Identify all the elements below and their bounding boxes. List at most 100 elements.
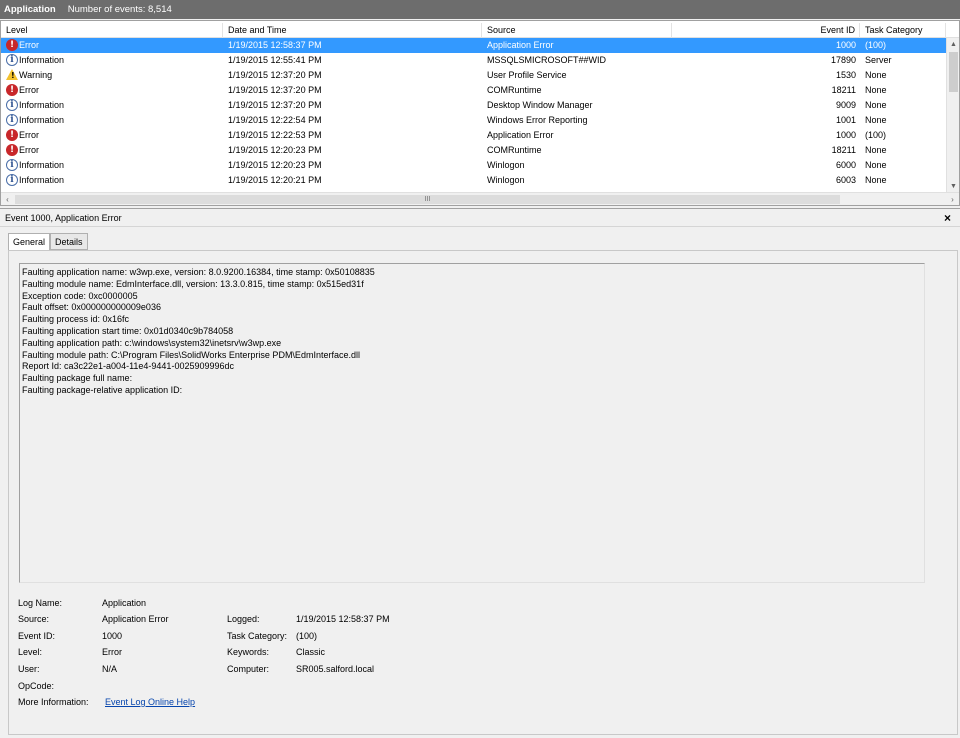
grid-body: ! Error 1/19/2015 12:58:37 PM Application E… [1, 38, 946, 193]
scroll-up-icon[interactable]: ▲ [947, 38, 959, 51]
table-row[interactable]: ! Warning 1/19/2015 12:37:20 PM User Profil… [1, 68, 946, 83]
tab-details[interactable]: Details [50, 233, 88, 250]
event-id-cell: 17890 [830, 55, 856, 65]
task-category-cell: None [865, 70, 887, 80]
column-header-event-id[interactable]: Event ID [672, 23, 860, 38]
log-name-value: Application [102, 598, 147, 608]
error-icon: ! [6, 84, 18, 96]
opcode-label: OpCode: [18, 681, 55, 691]
event-count: Number of events: 8,514 [67, 4, 172, 15]
table-row[interactable]: ! Error 1/19/2015 12:22:53 PM Application E… [1, 128, 946, 143]
date-cell: 1/19/2015 12:58:37 PM [228, 40, 322, 50]
date-cell: 1/19/2015 12:22:54 PM [228, 115, 322, 125]
source-cell: Desktop Window Manager [487, 100, 593, 110]
info-icon: i [6, 174, 18, 186]
event-id-cell: 18211 [831, 85, 856, 95]
date-cell: 1/19/2015 12:20:23 PM [228, 160, 322, 170]
events-grid[interactable]: Level Date and Time Source Event ID Task… [0, 20, 960, 206]
event-log-help-link[interactable]: Event Log Online Help [105, 696, 195, 708]
scroll-left-icon[interactable]: ‹ [1, 193, 14, 205]
source-cell: Application Error [487, 130, 554, 140]
horizontal-scrollbar[interactable]: ‹ III › [1, 192, 959, 205]
error-icon: ! [6, 39, 18, 51]
detail-header: Event 1000, Application Error × [0, 208, 960, 227]
computer-value: SR005.salford.local [296, 664, 375, 674]
log-name: Application [4, 4, 56, 15]
keywords-value: Classic [296, 647, 326, 657]
table-row[interactable]: ! Error 1/19/2015 12:37:20 PM COMRuntime 182… [1, 83, 946, 98]
task-category-cell: Server [865, 55, 892, 65]
source-label: Source: [18, 614, 50, 624]
user-label: User: [18, 664, 40, 674]
column-header-source[interactable]: Source [482, 23, 672, 38]
table-row[interactable]: ! Error 1/19/2015 12:58:37 PM Application E… [1, 38, 946, 53]
column-header-task-category[interactable]: Task Category [860, 23, 946, 38]
event-id-value: 1000 [102, 631, 123, 641]
event-id-cell: 1530 [835, 70, 856, 80]
level-cell: Warning [19, 70, 53, 80]
log-name-label: Log Name: [18, 598, 63, 608]
date-cell: 1/19/2015 12:55:41 PM [228, 55, 322, 65]
event-id-cell: 1000 [835, 130, 856, 140]
table-row[interactable]: i Information 1/19/2015 12:37:20 PM Desktop… [1, 98, 946, 113]
source-cell: COMRuntime [487, 145, 542, 155]
log-titlebar: Application Number of events: 8,514 [0, 0, 960, 19]
grid-header: Level Date and Time Source Event ID Task… [1, 23, 959, 38]
task-category-cell: None [865, 175, 887, 185]
user-value: N/A [102, 664, 118, 674]
warning-mark: ! [11, 71, 15, 80]
level-cell: Error [19, 40, 39, 50]
level-value: Error [102, 647, 122, 657]
level-cell: Information [19, 175, 65, 185]
event-id-cell: 1001 [835, 115, 856, 125]
error-icon: ! [6, 144, 18, 156]
event-id-cell: 18211 [831, 145, 856, 155]
close-icon[interactable]: × [944, 209, 951, 227]
logged-value: 1/19/2015 12:58:37 PM [296, 614, 390, 624]
computer-label: Computer: [227, 664, 270, 674]
source-value: Application Error [102, 614, 169, 624]
info-icon: i [6, 54, 18, 66]
source-cell: COMRuntime [487, 85, 542, 95]
source-cell: Winlogon [487, 160, 525, 170]
level-cell: Information [19, 100, 65, 110]
event-id-label: Event ID: [18, 631, 56, 641]
table-row[interactable]: i Information 1/19/2015 12:20:23 PM Winlogo… [1, 158, 946, 173]
level-cell: Information [19, 115, 65, 125]
event-id-cell: 6003 [835, 175, 856, 185]
scroll-thumb[interactable] [949, 52, 958, 92]
date-cell: 1/19/2015 12:37:20 PM [228, 100, 322, 110]
general-panel: Faulting application name: w3wp.exe, ver… [8, 250, 958, 735]
keywords-label: Keywords: [227, 647, 270, 657]
source-cell: User Profile Service [487, 70, 567, 80]
info-icon: i [6, 99, 18, 111]
table-row[interactable]: ! Error 1/19/2015 12:20:23 PM COMRuntime 182… [1, 143, 946, 158]
date-cell: 1/19/2015 12:37:20 PM [228, 85, 322, 95]
hscroll-thumb[interactable]: III [15, 195, 840, 204]
event-id-cell: 6000 [835, 160, 856, 170]
level-cell: Error [19, 130, 39, 140]
table-row[interactable]: i Information 1/19/2015 12:20:21 PM Winlogo… [1, 173, 946, 188]
task-category-cell: None [865, 85, 887, 95]
table-row[interactable]: i Information 1/19/2015 12:55:41 PM MSSQLSM… [1, 53, 946, 68]
task-category-cell: None [865, 145, 887, 155]
source-cell: MSSQLSMICROSOFT##WID [487, 55, 607, 65]
task-category-value: (100) [296, 631, 318, 641]
level-cell: Error [19, 145, 39, 155]
source-cell: Windows Error Reporting [487, 115, 588, 125]
tab-general[interactable]: General [8, 233, 51, 251]
date-cell: 1/19/2015 12:37:20 PM [228, 70, 322, 80]
info-icon: i [6, 114, 18, 126]
vertical-scrollbar[interactable]: ▲ ▼ [946, 38, 959, 193]
logged-label: Logged: [227, 614, 260, 624]
event-properties: Log Name: Application Source: Applicatio… [9, 251, 957, 734]
level-cell: Information [19, 55, 65, 65]
table-row[interactable]: i Information 1/19/2015 12:22:54 PM Windows… [1, 113, 946, 128]
column-header-date[interactable]: Date and Time [223, 23, 482, 38]
more-info-label: More Information: [18, 697, 89, 707]
level-cell: Error [19, 85, 39, 95]
scroll-right-icon[interactable]: › [946, 193, 959, 205]
column-header-level[interactable]: Level [1, 23, 223, 38]
error-icon: ! [6, 129, 18, 141]
info-icon: i [6, 159, 18, 171]
